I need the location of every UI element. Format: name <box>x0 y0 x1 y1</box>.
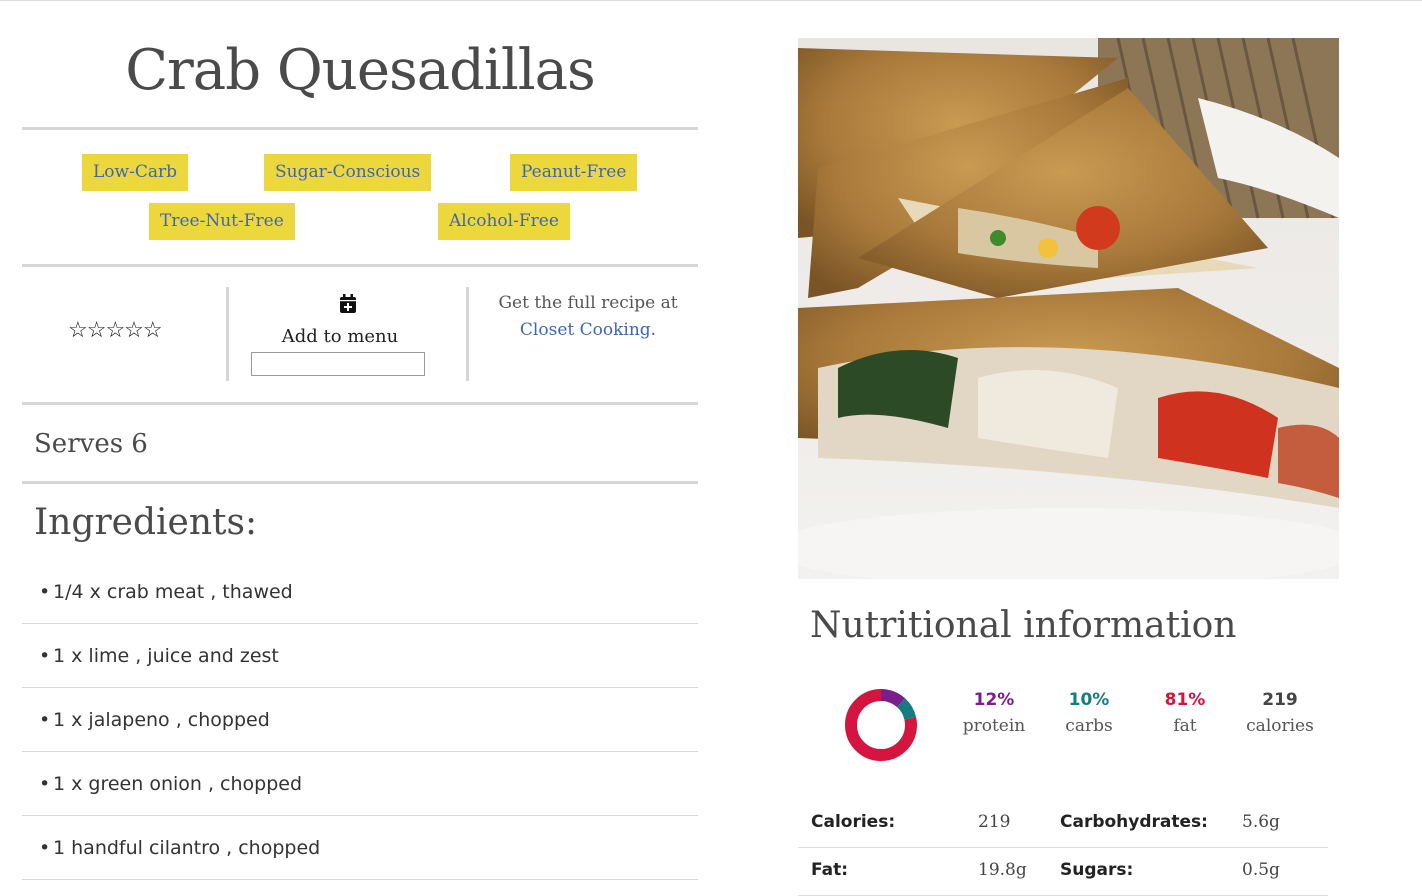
source-period: . <box>650 320 657 340</box>
ingredient-text: 1 x lime , juice and zest <box>53 645 279 667</box>
bullet-icon: • <box>39 837 51 859</box>
divider <box>22 481 698 484</box>
macro-donut-chart <box>845 689 917 761</box>
nutrient-name: Calories: <box>811 812 896 832</box>
calendar-plus-icon[interactable] <box>339 294 357 314</box>
rating-stars[interactable]: ☆☆☆☆☆ <box>68 318 163 343</box>
protein-stat: 12% protein <box>949 690 1039 736</box>
tag-alcohol-free[interactable]: Alcohol-Free <box>438 203 570 240</box>
nutrition-row: Fat: 19.8g Sugars: 0.5g <box>798 848 1328 896</box>
nutrition-table: Calories: 219 Carbohydrates: 5.6g Fat: 1… <box>798 800 1328 896</box>
serves-count: Serves 6 <box>34 429 148 459</box>
add-to-menu-label: Add to menu <box>281 326 399 347</box>
tag-low-carb[interactable]: Low-Carb <box>82 154 188 191</box>
source-credit: Get the full recipe at Closet Cooking. <box>470 290 706 344</box>
nutrient-value: 19.8g <box>978 860 1027 880</box>
ingredient-item: • 1 handful cilantro , chopped <box>22 816 698 880</box>
nutrient-name: Fat: <box>811 860 849 880</box>
divider-vertical <box>466 287 469 381</box>
tag-tree-nut-free[interactable]: Tree-Nut-Free <box>149 203 295 240</box>
nutrition-heading: Nutritional information <box>810 605 1237 646</box>
recipe-photo <box>798 38 1339 579</box>
source-prefix: Get the full recipe at <box>498 293 678 313</box>
nutrient-name: Sugars: <box>1060 860 1134 880</box>
ingredient-item: • 1 x jalapeno , chopped <box>22 688 698 752</box>
add-to-menu-input[interactable] <box>251 352 425 376</box>
divider <box>22 402 698 405</box>
ingredient-text: 1 x green onion , chopped <box>53 773 303 795</box>
ingredients-heading: Ingredients: <box>34 502 258 543</box>
ingredient-item: • 1 x green onion , chopped <box>22 752 698 816</box>
calories-value: 219 <box>1262 690 1298 710</box>
nutrient-value: 0.5g <box>1242 860 1280 880</box>
protein-label: protein <box>962 716 1026 736</box>
divider-vertical <box>226 287 229 381</box>
nutrient-value: 219 <box>978 812 1011 832</box>
bullet-icon: • <box>39 709 51 731</box>
carbs-label: carbs <box>1065 716 1113 736</box>
nutrient-name: Carbohydrates: <box>1060 812 1208 832</box>
calories-stat: 219 calories <box>1235 690 1325 736</box>
nutrition-row: Calories: 219 Carbohydrates: 5.6g <box>798 800 1328 848</box>
top-border <box>0 0 1422 1</box>
bullet-icon: • <box>39 773 51 795</box>
ingredient-item: • 1 x lime , juice and zest <box>22 624 698 688</box>
tag-sugar-conscious[interactable]: Sugar-Conscious <box>264 154 432 191</box>
divider <box>22 264 698 267</box>
ingredient-text: 1 x jalapeno , chopped <box>53 709 270 731</box>
divider <box>22 127 698 130</box>
fat-stat: 81% fat <box>1140 690 1230 736</box>
tag-peanut-free[interactable]: Peanut-Free <box>510 154 638 191</box>
carbs-percent: 10% <box>1068 690 1110 710</box>
carbs-stat: 10% carbs <box>1044 690 1134 736</box>
fat-percent: 81% <box>1164 690 1206 710</box>
bullet-icon: • <box>39 581 51 603</box>
bullet-icon: • <box>39 645 51 667</box>
ingredient-text: 1/4 x crab meat , thawed <box>53 581 293 603</box>
recipe-title: Crab Quesadillas <box>125 38 596 103</box>
ingredients-list: • 1/4 x crab meat , thawed • 1 x lime , ju… <box>22 560 698 880</box>
nutrient-value: 5.6g <box>1242 812 1280 832</box>
source-link[interactable]: Closet Cooking <box>520 320 651 340</box>
fat-label: fat <box>1173 716 1197 736</box>
ingredient-item: • 1/4 x crab meat , thawed <box>22 560 698 624</box>
calories-label: calories <box>1246 716 1314 736</box>
protein-percent: 12% <box>973 690 1015 710</box>
ingredient-text: 1 handful cilantro , chopped <box>53 837 321 859</box>
